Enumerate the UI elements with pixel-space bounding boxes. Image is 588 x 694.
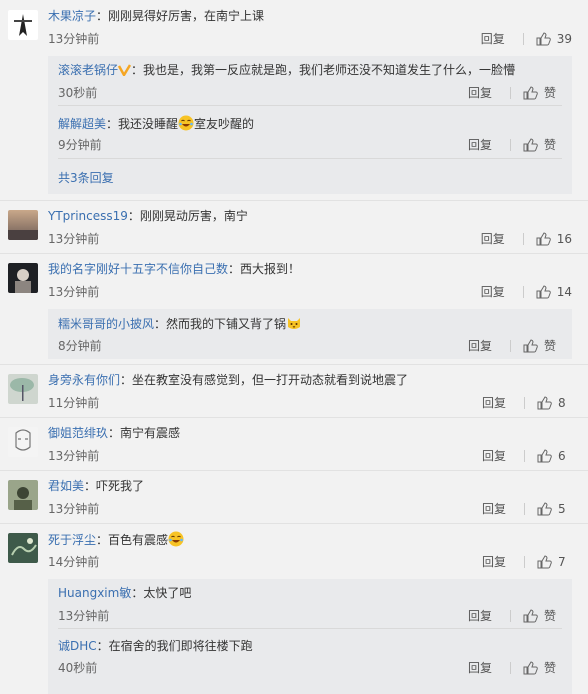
comment-time: 13分钟前 [48, 232, 100, 246]
avatar[interactable] [8, 210, 38, 240]
like-count: 39 [556, 32, 572, 46]
comment-text: ：刚刚晃动厉害，南宁 [127, 209, 248, 223]
reply-button[interactable]: 回复 [481, 31, 505, 47]
comment-username[interactable]: 御姐范绯玖 [48, 426, 108, 440]
reply-button[interactable]: 回复 [481, 231, 505, 247]
sub-reply-box: 滚滚老锅仔 ：我也是，我第一反应就是跑，我们老师还没不知道发生了什么，一脸懵 30… [48, 56, 572, 194]
reply-text: ：太快了吧 [131, 586, 192, 600]
thumbs-up-icon[interactable] [523, 138, 538, 152]
thumbs-up-icon[interactable] [537, 449, 552, 463]
comment-time: 13分钟前 [48, 285, 100, 299]
avatar[interactable] [8, 427, 38, 457]
comment-text: ：刚刚晃得好厉害，在南宁上课 [96, 9, 265, 23]
reply-username[interactable]: 诚DHC [58, 639, 97, 653]
reply-button[interactable]: 回复 [468, 338, 492, 354]
reply-username[interactable]: 解解超美 [58, 117, 106, 131]
reply-text: ：我还没睡醒 [106, 117, 179, 131]
comment-time: 13分钟前 [48, 32, 100, 46]
like-button[interactable]: 赞 [544, 85, 556, 101]
like-button[interactable]: 赞 [544, 660, 556, 676]
comment-text: ：百色有震感 [96, 533, 169, 547]
reply-button[interactable]: 回复 [481, 284, 505, 300]
thumbs-up-icon[interactable] [537, 502, 552, 516]
avatar[interactable] [8, 374, 38, 404]
reply-button[interactable]: 回复 [482, 501, 506, 517]
reply-username[interactable]: 糯米哥哥的小披风 [58, 317, 154, 331]
thumbs-up-icon[interactable] [523, 609, 538, 623]
thumbs-up-icon[interactable] [523, 339, 538, 353]
more-replies-link[interactable]: 共3条回复 [58, 170, 114, 186]
thumbs-up-icon[interactable] [536, 285, 551, 299]
reply-button[interactable]: 回复 [468, 660, 492, 676]
thumbs-up-icon[interactable] [537, 555, 552, 569]
comment-username[interactable]: 身旁永有你们 [48, 373, 120, 387]
like-button[interactable]: 赞 [544, 137, 556, 153]
reply-text: ：然而我的下铺又背了锅 [154, 317, 287, 331]
like-count: 16 [556, 232, 572, 246]
like-count: 7 [558, 555, 566, 569]
reply-button[interactable]: 回复 [468, 608, 492, 624]
sub-reply-box: 糯米哥哥的小披风：然而我的下铺又背了锅 8分钟前 回复 赞 [48, 309, 572, 359]
reply-button[interactable]: 回复 [482, 554, 506, 570]
like-count: 14 [556, 285, 572, 299]
reply-button[interactable]: 回复 [468, 137, 492, 153]
avatar[interactable] [8, 480, 38, 510]
reply-button[interactable]: 回复 [482, 395, 506, 411]
comment-text: ：西大报到！ [228, 262, 301, 276]
reply-button[interactable]: 回复 [482, 448, 506, 464]
comment-username[interactable]: 我的名字刚好十五字不信你自己数 [48, 262, 228, 276]
like-button[interactable]: 赞 [544, 608, 556, 624]
thumbs-up-icon[interactable] [523, 86, 538, 100]
thumbs-up-icon[interactable] [536, 32, 551, 46]
comment-time: 14分钟前 [48, 555, 100, 569]
reply-time: 13分钟前 [58, 609, 110, 623]
sub-reply-box: Huangxim敏：太快了吧 13分钟前 回复 赞 诚DHC：在宿舍的我们即将往… [48, 579, 572, 694]
reply-time: 9分钟前 [58, 138, 102, 152]
comment-time: 13分钟前 [48, 502, 100, 516]
reply-time: 30秒前 [58, 86, 98, 100]
comment-username[interactable]: YTprincess19 [48, 209, 128, 223]
avatar[interactable] [8, 263, 38, 293]
comment-list: 木果凉子：刚刚晃得好厉害，在南宁上课 13分钟前 回复 39 滚滚老锅仔 ：我也是… [0, 0, 588, 694]
comment-username[interactable]: 死于浮尘 [48, 533, 96, 547]
reply-username[interactable]: Huangxim敏 [58, 586, 131, 600]
avatar[interactable] [8, 533, 38, 563]
comment-time: 13分钟前 [48, 449, 100, 463]
like-count: 5 [558, 502, 566, 516]
comment-text: ：坐在教室没有感觉到，但一打开动态就看到说地震了 [120, 373, 409, 387]
comment-text: ：南宁有震感 [108, 426, 181, 440]
cat-face-emoji-icon [288, 318, 301, 329]
comment-text: ：吓死我了 [84, 479, 145, 493]
reply-username[interactable]: 滚滚老锅仔 [58, 63, 118, 77]
thumbs-up-icon[interactable] [536, 232, 551, 246]
reply-button[interactable]: 回复 [468, 85, 492, 101]
reply-time: 40秒前 [58, 661, 98, 675]
like-count: 8 [558, 396, 566, 410]
like-button[interactable]: 赞 [544, 338, 556, 354]
reply-text: 室友吵醒的 [194, 117, 255, 131]
reply-text: ：在宿舍的我们即将往楼下跑 [96, 639, 253, 653]
reply-text: ：我也是，我第一反应就是跑，我们老师还没不知道发生了什么，一脸懵 [131, 63, 516, 77]
verified-badge-icon [118, 64, 132, 76]
like-count: 6 [558, 449, 566, 463]
thumbs-up-icon[interactable] [523, 661, 538, 675]
comment-username[interactable]: 木果凉子 [48, 9, 96, 23]
comment-time: 11分钟前 [48, 396, 100, 410]
reply-time: 8分钟前 [58, 339, 102, 353]
laugh-cry-emoji-icon [168, 531, 184, 547]
comment-username[interactable]: 君如美 [48, 479, 84, 493]
thumbs-up-icon[interactable] [537, 396, 552, 410]
laugh-cry-emoji-icon [178, 115, 194, 131]
avatar[interactable] [8, 10, 38, 40]
